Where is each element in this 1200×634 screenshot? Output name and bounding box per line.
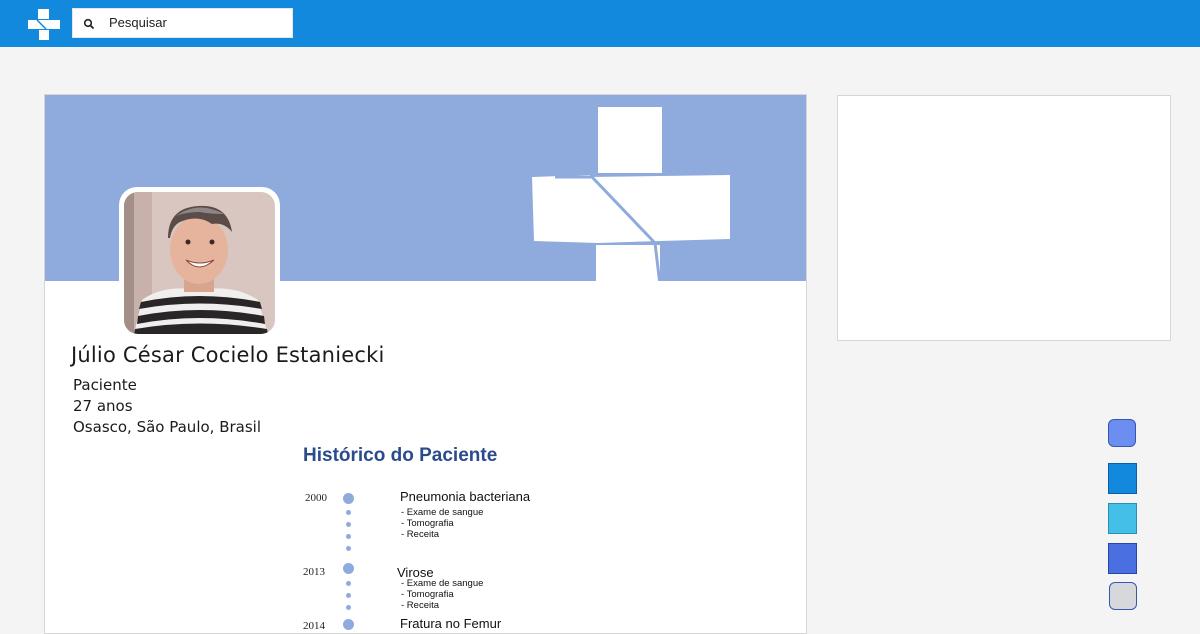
swatch-sky[interactable] bbox=[1108, 503, 1137, 534]
timeline-dot bbox=[346, 593, 351, 598]
patient-role: Paciente bbox=[73, 376, 137, 394]
event-year: 2014 bbox=[303, 620, 325, 632]
timeline-dot bbox=[346, 510, 351, 515]
patient-location: Osasco, São Paulo, Brasil bbox=[73, 418, 261, 436]
event-item[interactable]: - Tomografia bbox=[401, 518, 454, 529]
timeline-dot bbox=[346, 581, 351, 586]
timeline-dot bbox=[346, 522, 351, 527]
avatar[interactable] bbox=[124, 192, 275, 334]
event-item[interactable]: - Tomografia bbox=[401, 589, 454, 600]
event-title[interactable]: Pneumonia bacteriana bbox=[400, 489, 530, 504]
swatch-blue[interactable] bbox=[1108, 463, 1137, 494]
history-title: Histórico do Paciente bbox=[303, 445, 498, 466]
patient-age: 27 anos bbox=[73, 397, 133, 415]
side-panel bbox=[837, 95, 1171, 341]
swatch-gray[interactable] bbox=[1109, 582, 1137, 610]
event-item[interactable]: - Exame de sangue bbox=[401, 578, 483, 589]
timeline-dot bbox=[343, 563, 354, 574]
patient-name: Júlio César Cocielo Estaniecki bbox=[71, 343, 385, 367]
swatch-periwinkle[interactable] bbox=[1108, 419, 1136, 447]
timeline-dot bbox=[346, 534, 351, 539]
timeline-dot bbox=[343, 493, 354, 504]
timeline-dot bbox=[346, 605, 351, 610]
timeline-dot bbox=[343, 619, 354, 630]
search-bar[interactable]: Pesquisar bbox=[72, 8, 293, 38]
top-bar: Pesquisar bbox=[0, 0, 1200, 47]
event-item[interactable]: - Exame de sangue bbox=[401, 507, 483, 518]
profile-card: Júlio César Cocielo Estaniecki Paciente … bbox=[44, 94, 807, 634]
search-icon bbox=[83, 18, 95, 30]
event-item[interactable]: - Receita bbox=[401, 529, 439, 540]
event-year: 2013 bbox=[303, 566, 325, 578]
medical-cross-icon[interactable] bbox=[26, 7, 62, 43]
avatar-frame bbox=[119, 187, 280, 339]
event-title[interactable]: Fratura no Femur bbox=[400, 616, 501, 631]
event-item[interactable]: - Receita bbox=[401, 600, 439, 611]
event-year: 2000 bbox=[305, 492, 327, 504]
swatch-royal[interactable] bbox=[1108, 543, 1137, 574]
search-input[interactable]: Pesquisar bbox=[109, 15, 167, 30]
timeline-dot bbox=[346, 546, 351, 551]
medical-cross-icon bbox=[532, 107, 730, 281]
